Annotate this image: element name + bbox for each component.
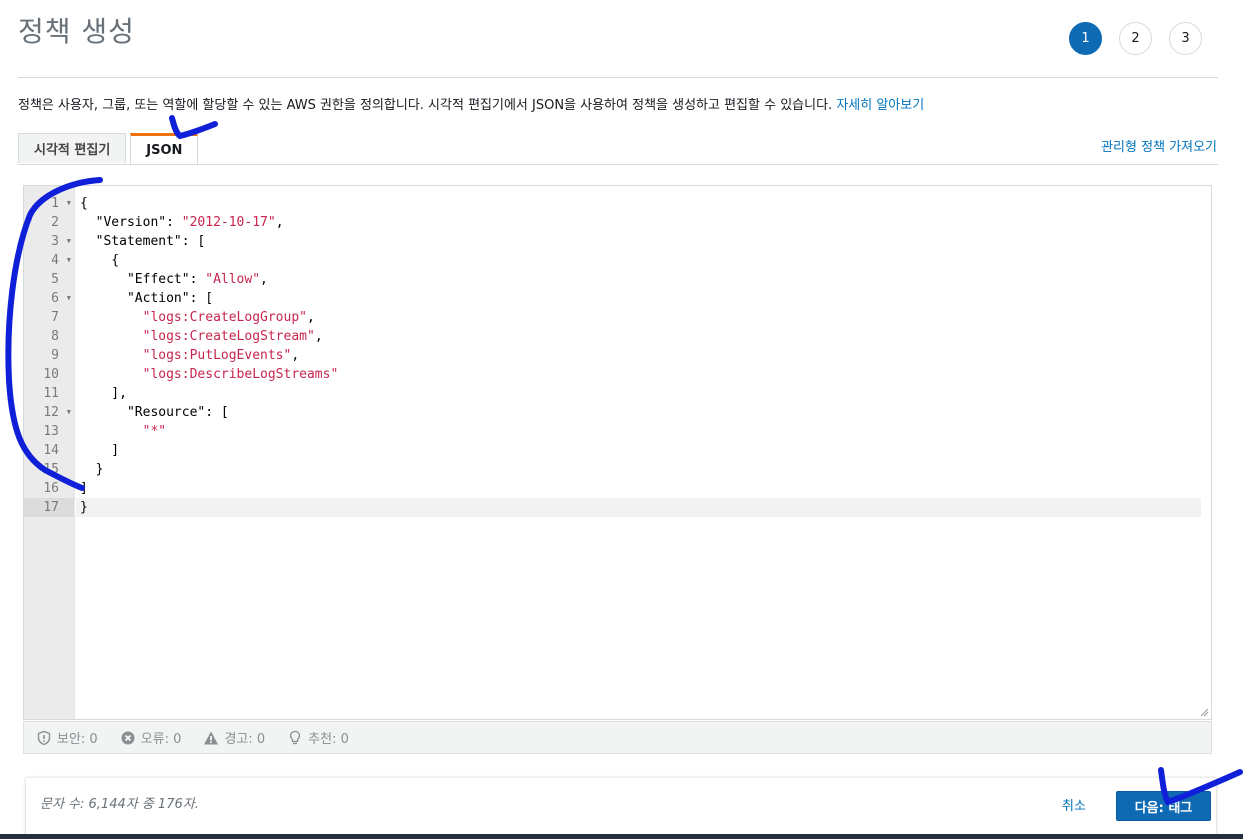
code-line[interactable]: "logs:DescribeLogStreams" xyxy=(76,365,1201,384)
suggestions-status[interactable]: 추천: 0 xyxy=(287,728,349,747)
code-line[interactable]: } xyxy=(76,460,1201,479)
line-number: 13 xyxy=(43,424,59,439)
warnings-status[interactable]: 경고: 0 xyxy=(203,728,265,747)
tabs-divider xyxy=(18,164,1218,165)
step-1[interactable]: 1 xyxy=(1069,22,1102,55)
error-icon xyxy=(121,731,135,744)
line-number: 3 ▼ xyxy=(51,232,71,251)
security-status[interactable]: 보안: 0 xyxy=(36,728,98,747)
code-line[interactable]: "logs:CreateLogGroup", xyxy=(76,308,1201,327)
page-description: 정책은 사용자, 그룹, 또는 역할에 할당할 수 있는 AWS 권한을 정의합… xyxy=(18,94,924,113)
warning-icon xyxy=(204,731,219,744)
code-line[interactable]: ] xyxy=(76,441,1201,460)
learn-more-link[interactable]: 자세히 알아보기 xyxy=(836,98,924,113)
line-number: 16 xyxy=(43,481,59,496)
tab-visual-editor[interactable]: 시각적 편집기 xyxy=(18,133,127,163)
wizard-steps: 1 2 3 xyxy=(1069,22,1202,55)
taskbar-strip xyxy=(0,834,1243,839)
code-line[interactable]: "Version": "2012-10-17", xyxy=(76,213,1201,232)
line-number: 11 xyxy=(43,386,59,401)
code-line[interactable]: "Effect": "Allow", xyxy=(76,270,1201,289)
code-line[interactable]: "Resource": [ xyxy=(76,403,1201,422)
code-line[interactable]: "logs:PutLogEvents", xyxy=(76,346,1201,365)
line-number: 5 xyxy=(51,272,59,287)
footer-bar: 문자 수: 6,144자 중 176자. 취소 다음: 태그 xyxy=(26,777,1216,835)
editor-tabs: 시각적 편집기 JSON xyxy=(18,133,199,165)
fold-arrow-icon[interactable]: ▼ xyxy=(67,232,71,251)
line-number: 14 xyxy=(43,443,59,458)
lightbulb-icon xyxy=(290,730,301,744)
json-editor[interactable]: 1 ▼ 2 3 ▼ 4 ▼ 5 6 ▼ 7 8 9 10 11 12 ▼ 13 14 15 16 17 { "Versio… xyxy=(23,185,1212,720)
line-number: 8 xyxy=(51,329,59,344)
code-line[interactable]: "Statement": [ xyxy=(76,232,1201,251)
security-count: 보안: 0 xyxy=(57,732,98,747)
import-managed-policy-link[interactable]: 관리형 정책 가져오기 xyxy=(1101,136,1217,155)
code-line[interactable]: "*" xyxy=(76,422,1201,441)
description-text: 정책은 사용자, 그룹, 또는 역할에 할당할 수 있는 AWS 권한을 정의합… xyxy=(18,98,833,113)
line-number: 6 ▼ xyxy=(51,289,71,308)
line-number: 15 xyxy=(43,462,59,477)
warnings-count: 경고: 0 xyxy=(224,732,266,747)
shield-icon xyxy=(37,730,51,745)
fold-arrow-icon[interactable]: ▼ xyxy=(67,403,71,422)
tab-json[interactable]: JSON xyxy=(130,133,199,165)
line-number: 17 xyxy=(24,498,74,517)
code-line[interactable]: { xyxy=(76,194,1201,213)
character-count: 문자 수: 6,144자 중 176자. xyxy=(40,797,199,812)
line-number: 9 xyxy=(51,348,59,363)
code-line[interactable]: "Action": [ xyxy=(76,289,1201,308)
line-number: 7 xyxy=(51,310,59,325)
step-2[interactable]: 2 xyxy=(1119,22,1152,55)
errors-count: 오류: 0 xyxy=(140,732,182,747)
code-area[interactable]: { "Version": "2012-10-17", "Statement": … xyxy=(76,194,1201,517)
title-divider xyxy=(18,77,1218,78)
line-number: 4 ▼ xyxy=(51,251,71,270)
line-number-gutter: 1 ▼ 2 3 ▼ 4 ▼ 5 6 ▼ 7 8 9 10 11 12 ▼ 13 14 15 16 17 xyxy=(24,186,75,719)
line-number: 2 xyxy=(51,215,59,230)
code-line[interactable]: { xyxy=(76,251,1201,270)
errors-status[interactable]: 오류: 0 xyxy=(120,728,182,747)
page-title: 정책 생성 xyxy=(18,15,135,48)
resize-grip-icon[interactable] xyxy=(1200,708,1209,717)
line-number: 10 xyxy=(43,367,59,382)
next-tags-button[interactable]: 다음: 태그 xyxy=(1116,791,1211,821)
line-number: 1 ▼ xyxy=(51,194,71,213)
code-line[interactable]: ] xyxy=(76,479,1201,498)
fold-arrow-icon[interactable]: ▼ xyxy=(67,289,71,308)
step-3[interactable]: 3 xyxy=(1169,22,1202,55)
fold-arrow-icon[interactable]: ▼ xyxy=(67,194,71,213)
code-line[interactable]: "logs:CreateLogStream", xyxy=(76,327,1201,346)
cancel-button[interactable]: 취소 xyxy=(1062,795,1086,814)
editor-status-bar: 보안: 0 오류: 0 경고: 0 추천: 0 xyxy=(23,721,1212,754)
code-line[interactable]: ], xyxy=(76,384,1201,403)
fold-arrow-icon[interactable]: ▼ xyxy=(67,251,71,270)
line-number: 12 ▼ xyxy=(43,403,71,422)
code-line[interactable]: } xyxy=(76,498,1201,517)
suggestions-count: 추천: 0 xyxy=(308,732,349,747)
